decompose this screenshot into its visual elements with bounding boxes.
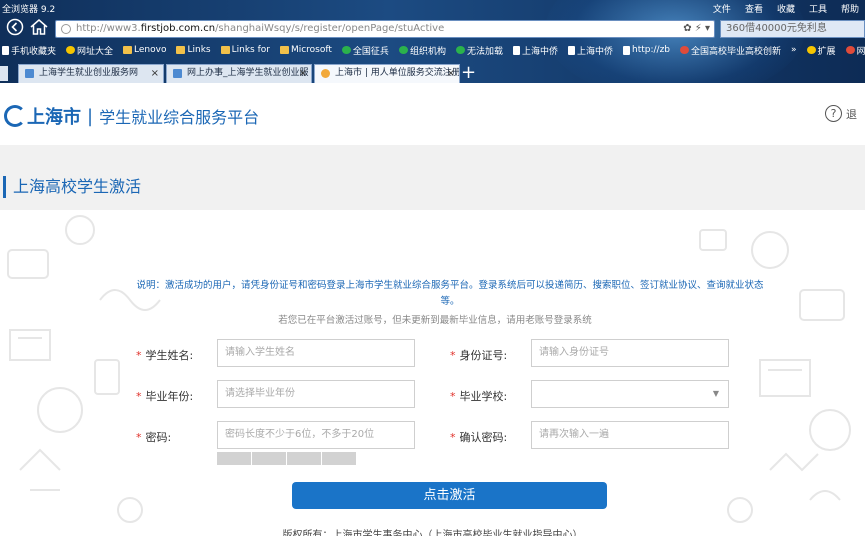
close-icon[interactable]: × xyxy=(151,65,159,82)
page-icon xyxy=(623,45,630,55)
activation-subnote: 若您已在平台激活过账号，但未更新到最新毕业信息，请用老账号登录系统 xyxy=(278,315,592,326)
chevron-down-icon: ▼ xyxy=(712,389,719,398)
menu-file[interactable]: 文件 xyxy=(713,2,731,15)
bookmark-item[interactable]: Microsoft xyxy=(279,45,332,55)
site-logo[interactable]: 上海市 | 学生就业综合服务平台 xyxy=(4,103,259,129)
note-line-2: 等。 xyxy=(440,296,460,307)
copyright-footer: 版权所有：上海市学生事务中心（上海市高校毕业生就业指导中心） xyxy=(282,530,583,536)
help-text: 退 xyxy=(846,107,857,121)
browser-chrome: 全浏览器 9.2 文件 查看 收藏 工具 帮助 http://www3.firs… xyxy=(0,0,865,83)
title-bar: 全浏览器 9.2 文件 查看 收藏 工具 帮助 xyxy=(0,0,865,16)
shanghai-logo-icon xyxy=(4,105,26,127)
page-info-icon[interactable] xyxy=(61,24,71,34)
logo-city-text: 上海市 xyxy=(27,107,81,128)
menu-favorites[interactable]: 收藏 xyxy=(777,2,795,15)
confirm-password-label: * 确认密码: xyxy=(450,431,508,444)
platform-title: 学生就业综合服务平台 xyxy=(99,108,260,127)
bookmark-item[interactable]: 手机收藏夹 xyxy=(2,44,56,57)
help-link[interactable]: ? 退 xyxy=(825,105,857,122)
bookmark-item[interactable]: 组织机构 xyxy=(398,44,446,57)
star-icon xyxy=(341,46,351,54)
page-icon xyxy=(2,45,9,55)
tab-student-service[interactable]: 上海学生就业创业服务网 × xyxy=(18,64,164,83)
bookmark-item[interactable]: Links xyxy=(176,45,211,55)
close-icon[interactable]: × xyxy=(299,65,307,82)
password-strength-meter xyxy=(217,452,356,465)
activation-note: 说明：激活成功的用户，请凭身份证号和密码登录上海市学生就业综合服务平台。登录系统… xyxy=(130,278,770,310)
address-bar[interactable]: http://www3.firstjob.com.cn/shanghaiWsqy… xyxy=(55,20,715,38)
site-header: 上海市 | 学生就业综合服务平台 ? 退 xyxy=(0,83,865,145)
folder-icon xyxy=(176,46,186,54)
tab-stub[interactable] xyxy=(0,66,8,81)
shanghai-logo-icon xyxy=(321,69,330,78)
navigation-row: http://www3.firstjob.com.cn/shanghaiWsqy… xyxy=(0,16,865,40)
strength-segment xyxy=(252,452,286,465)
page-title: 上海高校学生激活 xyxy=(3,176,141,198)
strength-segment xyxy=(322,452,356,465)
puzzle-icon xyxy=(806,46,816,54)
page-icon xyxy=(567,45,575,55)
id-number-label: * 身份证号: xyxy=(450,349,508,362)
bookmark-item[interactable]: http://zb xyxy=(623,45,670,55)
id-number-input[interactable]: 请输入身份证号 xyxy=(531,339,729,367)
close-icon[interactable]: × xyxy=(447,65,455,82)
student-name-label: * 学生姓名: xyxy=(136,349,194,362)
bookmark-item[interactable]: Links for xyxy=(220,45,270,55)
confirm-password-input[interactable]: 请再次输入一遍 xyxy=(531,421,729,449)
bookmark-item[interactable]: 全国高校毕业高校创新 xyxy=(680,44,781,57)
page-icon xyxy=(680,46,690,54)
strength-segment xyxy=(287,452,321,465)
url-path: /shanghaiWsqy/s/register/openPage/stuAct… xyxy=(215,23,445,34)
folder-icon xyxy=(220,46,230,54)
folder-icon xyxy=(279,46,289,54)
page-icon xyxy=(25,69,34,78)
back-icon[interactable] xyxy=(4,18,26,38)
bookmark-item[interactable]: 网址大全 xyxy=(66,44,113,57)
star-icon xyxy=(66,46,76,54)
home-icon[interactable] xyxy=(28,18,50,38)
page-icon xyxy=(173,69,182,78)
activation-form-card: 说明：激活成功的用户，请凭身份证号和密码登录上海市学生就业综合服务平台。登录系统… xyxy=(0,210,865,536)
bookmark-item[interactable]: 上海中侨 xyxy=(512,44,558,57)
new-tab-button[interactable]: + xyxy=(461,62,476,83)
folder-icon xyxy=(123,46,133,54)
tab-online-service[interactable]: 网上办事_上海学生就业创业服 × xyxy=(166,64,312,83)
url-prefix: http://www3. xyxy=(76,23,141,34)
shield-icon xyxy=(845,46,855,54)
menu-tools[interactable]: 工具 xyxy=(809,2,827,15)
extensions-button[interactable]: 扩展 xyxy=(806,44,836,57)
search-box[interactable]: 360借40000元免利息 xyxy=(720,20,865,38)
strength-segment xyxy=(217,452,251,465)
menu-help[interactable]: 帮助 xyxy=(841,2,859,15)
menu-view[interactable]: 查看 xyxy=(745,2,763,15)
bookmark-item[interactable]: 无法加载 xyxy=(455,44,503,57)
bookmarks-bar: 手机收藏夹 网址大全 Lenovo Links Links for Micros… xyxy=(0,41,865,59)
url-domain: firstjob.com.cn xyxy=(140,23,216,34)
activate-button[interactable]: 点击激活 xyxy=(292,482,607,509)
bookmark-item[interactable]: 上海中侨 xyxy=(567,44,613,57)
help-icon: ? xyxy=(825,105,842,122)
menu-bar: 文件 查看 收藏 工具 帮助 xyxy=(713,2,859,15)
password-input[interactable]: 密码长度不少于6位，不多于20位 xyxy=(217,421,415,449)
tab-employer-register[interactable]: 上海市 | 用人单位服务交流注册 × xyxy=(314,64,460,83)
globe-icon xyxy=(398,46,408,54)
school-select[interactable]: ▼ xyxy=(531,380,729,408)
page-icon xyxy=(512,45,520,55)
address-tools-icon[interactable]: ✿ ⚡ ▾ xyxy=(683,21,710,37)
globe-icon xyxy=(455,46,465,54)
school-label: * 毕业学校: xyxy=(450,390,508,403)
bank-button[interactable]: 网银 xyxy=(845,44,865,57)
password-label: * 密码: xyxy=(136,431,172,444)
bookmark-item[interactable]: 全国征兵 xyxy=(341,44,389,57)
logo-separator: | xyxy=(87,105,94,127)
tab-strip: 上海学生就业创业服务网 × 网上办事_上海学生就业创业服 × 上海市 | 用人单… xyxy=(0,62,865,83)
bookmarks-overflow[interactable]: » xyxy=(791,45,797,55)
student-name-input[interactable]: 请输入学生姓名 xyxy=(217,339,415,367)
grad-year-label: * 毕业年份: xyxy=(136,390,194,403)
bookmark-item[interactable]: Lenovo xyxy=(123,45,166,55)
note-line-1: 说明：激活成功的用户，请凭身份证号和密码登录上海市学生就业综合服务平台。登录系统… xyxy=(136,280,764,291)
browser-app-title: 全浏览器 9.2 xyxy=(2,5,56,15)
grad-year-select[interactable]: 请选择毕业年份 xyxy=(217,380,415,408)
